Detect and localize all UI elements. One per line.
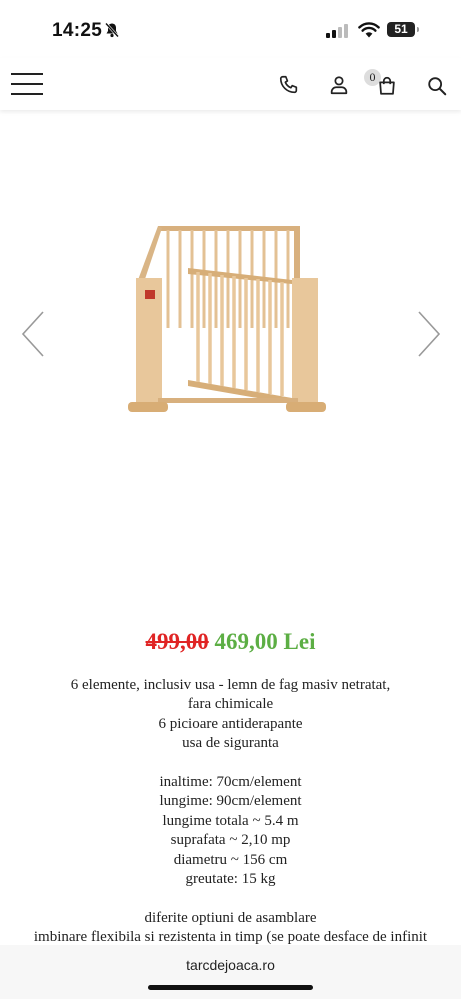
home-indicator xyxy=(148,985,313,990)
chevron-left-icon[interactable] xyxy=(20,310,46,358)
wifi-icon xyxy=(358,22,380,38)
product-image-playpen[interactable] xyxy=(120,220,340,420)
cellular-signal-icon xyxy=(326,24,348,38)
shopping-bag-icon[interactable] xyxy=(376,75,398,97)
description-line: fara chimicale xyxy=(187,696,274,713)
battery-tip xyxy=(417,27,419,32)
menu-line-icon xyxy=(11,73,43,75)
description-line: greutate: 15 kg xyxy=(185,871,276,888)
description-line: diametru ~ 156 cm xyxy=(173,851,288,868)
user-account-icon[interactable] xyxy=(328,74,350,96)
product-description: 6 elemente, inclusiv usa - lemn de fag m… xyxy=(0,676,461,948)
battery-icon: 51 xyxy=(387,22,415,37)
chevron-right-icon[interactable] xyxy=(416,310,442,358)
product-image-gallery xyxy=(0,150,461,470)
description-line: diferite optiuni de asamblare xyxy=(144,909,317,926)
search-icon[interactable] xyxy=(426,75,448,97)
status-bar: 14:25 51 xyxy=(0,0,461,60)
description-line: 6 picioare antiderapante xyxy=(158,715,303,732)
old-price: 499,00 xyxy=(145,629,209,654)
menu-button[interactable] xyxy=(11,73,43,95)
silent-bell-icon xyxy=(105,22,119,38)
status-time: 14:25 xyxy=(52,20,103,41)
phone-icon[interactable] xyxy=(278,74,300,96)
description-line: lungime: 90cm/element xyxy=(159,793,302,810)
description-line: 6 elemente, inclusiv usa - lemn de fag m… xyxy=(70,677,391,693)
description-line: usa de siguranta xyxy=(182,735,279,752)
sale-price: 469,00 Lei xyxy=(214,629,316,654)
description-line: suprafata ~ 2,10 mp xyxy=(170,832,291,849)
product-price: 499,00 469,00 Lei xyxy=(0,629,461,655)
menu-line-icon xyxy=(11,93,43,95)
browser-address-bar[interactable]: tarcdejoaca.ro xyxy=(0,945,461,999)
site-header: 0 xyxy=(0,58,461,110)
url-text[interactable]: tarcdejoaca.ro xyxy=(0,957,461,973)
description-line: inaltime: 70cm/element xyxy=(159,774,302,791)
description-line: lungime totala ~ 5.4 m xyxy=(162,812,299,829)
menu-line-icon xyxy=(11,83,43,85)
